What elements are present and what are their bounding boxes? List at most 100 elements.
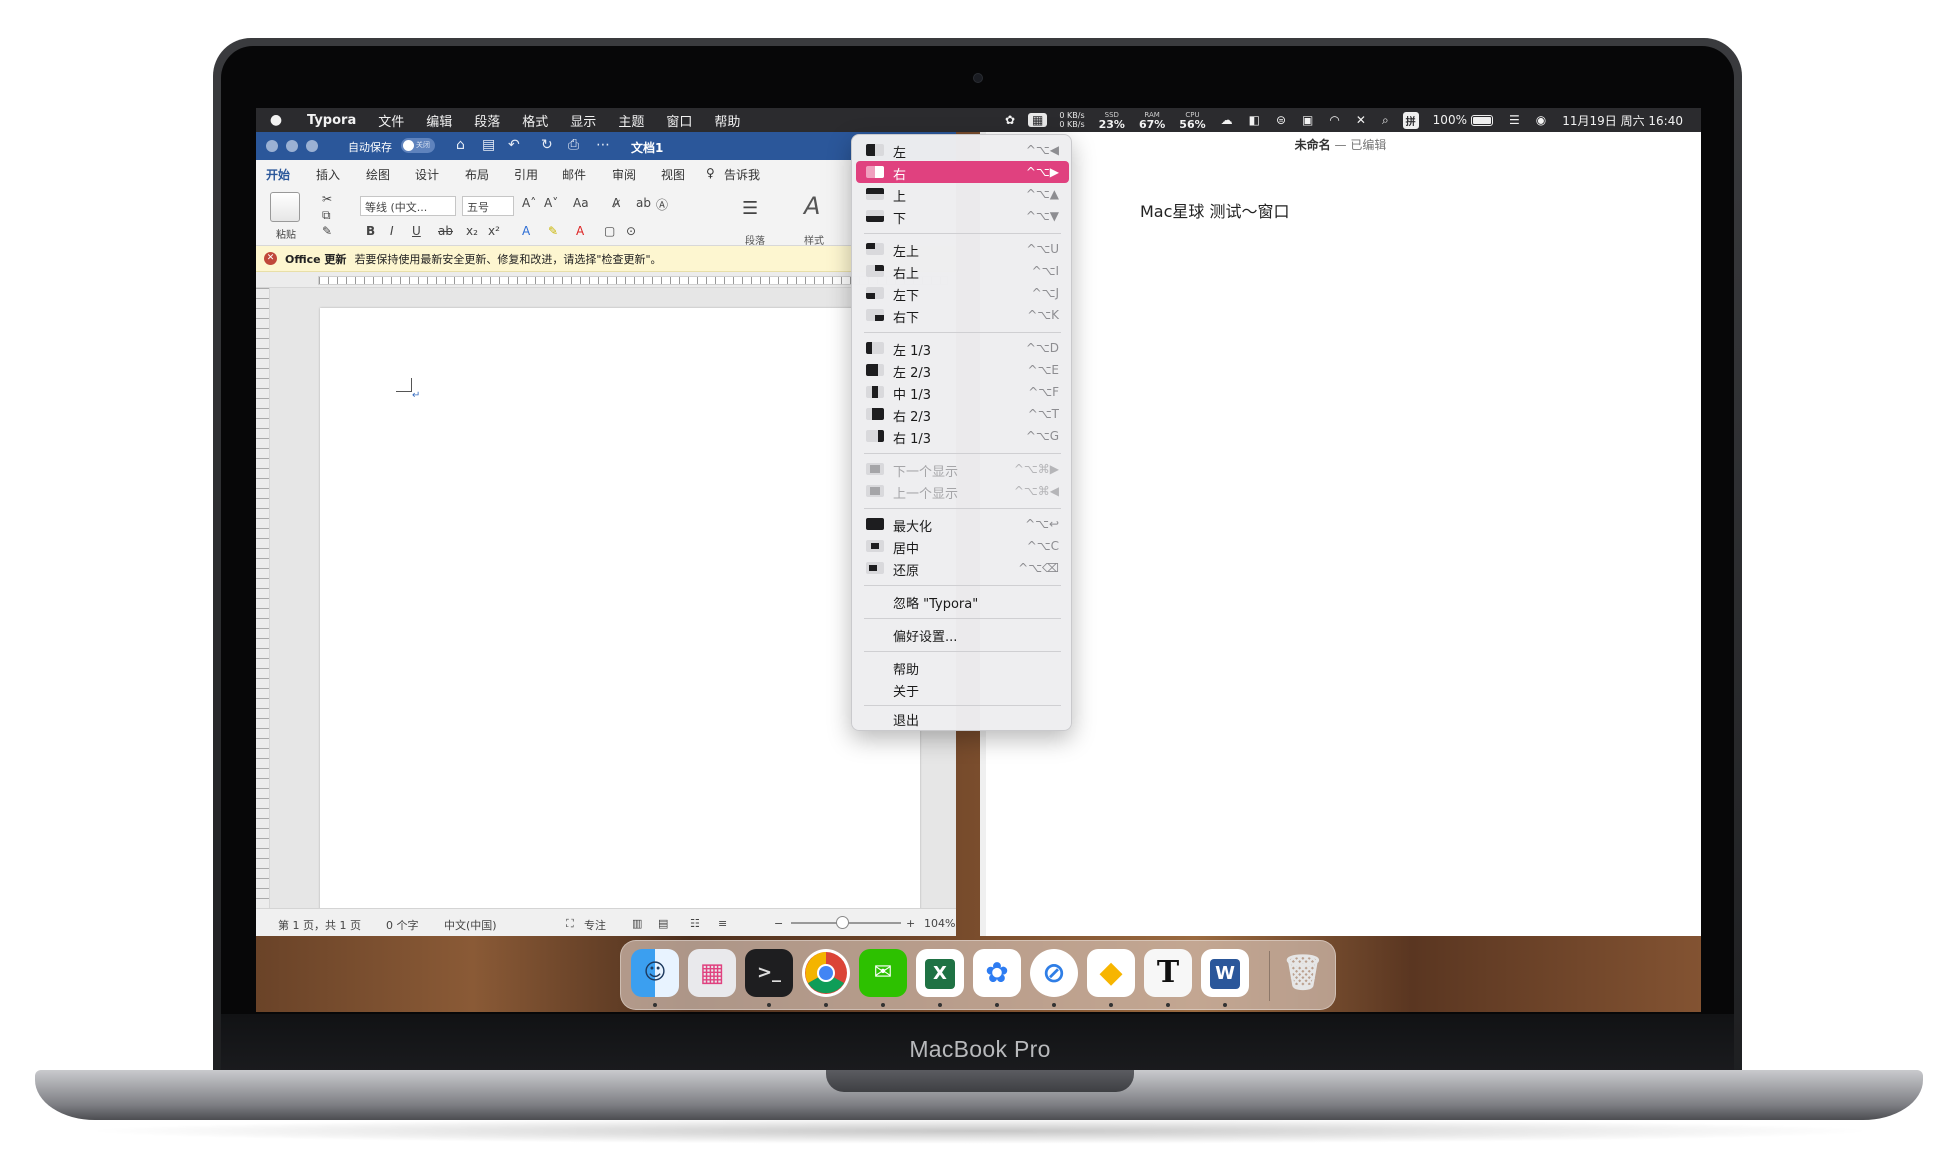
menu-item-right-half[interactable]: 右 ^⌥▶ — [856, 161, 1069, 183]
outline-view-icon[interactable]: ☷ — [690, 917, 700, 930]
menu-item-bottom-right[interactable]: 右下 ^⌥K — [856, 304, 1069, 326]
change-case-icon[interactable]: Aa — [573, 196, 589, 210]
zoom-out-icon[interactable]: − — [774, 917, 783, 930]
baidunetdisk-icon[interactable]: ✿ — [973, 949, 1021, 997]
ram-stat[interactable]: RAM 67% — [1132, 110, 1172, 130]
character-shading-icon[interactable]: ▢ — [604, 224, 615, 238]
menubar-app-name[interactable]: Typora — [296, 113, 367, 128]
character-border-icon[interactable]: Ⓐ — [656, 196, 668, 213]
photo-status-icon[interactable]: ▣ — [1294, 113, 1321, 127]
wechat-status-icon[interactable]: ☁ — [1213, 113, 1241, 127]
tab-layout[interactable]: 布局 — [465, 166, 489, 183]
wifi-icon[interactable]: ◠ — [1321, 113, 1347, 127]
menu-item-preferences[interactable]: 偏好设置... — [856, 623, 1069, 645]
dismiss-update-icon[interactable]: ✕ — [264, 252, 277, 265]
format-painter-icon[interactable]: ✎ — [322, 224, 332, 238]
battery-status[interactable]: 100% — [1425, 113, 1501, 127]
print-layout-icon[interactable]: ▥ — [632, 917, 642, 930]
menu-item-left-two-thirds[interactable]: 左 2/3 ^⌥E — [856, 359, 1069, 381]
italic-icon[interactable]: I — [390, 224, 394, 238]
tab-mailings[interactable]: 邮件 — [562, 166, 586, 183]
menu-item-right-third[interactable]: 右 1/3 ^⌥G — [856, 425, 1069, 447]
excel-icon[interactable]: X — [916, 949, 964, 997]
menu-item-about[interactable]: 关于 — [856, 678, 1069, 700]
trash-icon[interactable]: 🗑 — [1279, 949, 1327, 997]
superscript-icon[interactable]: x² — [488, 224, 500, 238]
word-icon[interactable]: W — [1201, 949, 1249, 997]
menubar-item-help[interactable]: 帮助 — [703, 111, 751, 130]
enclose-characters-icon[interactable]: ⊙ — [626, 224, 636, 238]
tab-review[interactable]: 审阅 — [612, 166, 636, 183]
styles-icon[interactable]: A — [804, 192, 820, 220]
cut-icon[interactable]: ✂ — [322, 192, 332, 206]
menubar-item-window[interactable]: 窗口 — [655, 111, 703, 130]
home-icon[interactable]: ⌂ — [456, 137, 465, 153]
baidunetdisk-status-icon[interactable]: ✿ — [997, 113, 1023, 127]
close-window-button[interactable] — [266, 140, 278, 152]
menu-item-right-two-thirds[interactable]: 右 2/3 ^⌥T — [856, 403, 1069, 425]
menu-item-left-half[interactable]: 左 ^⌥◀ — [856, 139, 1069, 161]
menu-item-top-left[interactable]: 左上 ^⌥U — [856, 238, 1069, 260]
clear-format-icon[interactable]: A̷ — [612, 196, 620, 210]
spotlight-search-icon[interactable]: ⌕ — [1374, 113, 1397, 128]
more-icon[interactable]: ⋯ — [596, 137, 610, 153]
menubar-clock[interactable]: 11月19日 周六 16:40 — [1554, 112, 1691, 129]
menu-item-restore[interactable]: 还原 ^⌥⌫ — [856, 557, 1069, 579]
finder-icon[interactable]: ☺ — [631, 949, 679, 997]
ssd-stat[interactable]: SSD 23% — [1092, 110, 1132, 130]
typora-icon[interactable]: T — [1144, 949, 1192, 997]
page-count[interactable]: 第 1 页，共 1 页 — [278, 917, 361, 933]
zoom-window-button[interactable] — [306, 140, 318, 152]
tab-design[interactable]: 设计 — [415, 166, 439, 183]
word-count[interactable]: 0 个字 — [386, 917, 419, 933]
chrome-icon[interactable] — [802, 949, 850, 997]
rectangle-app-icon[interactable]: ▦ — [1028, 113, 1048, 127]
menu-item-center-third[interactable]: 中 1/3 ^⌥F — [856, 381, 1069, 403]
input-method-icon[interactable]: 拼 — [1402, 111, 1419, 129]
menubar-item-paragraph[interactable]: 段落 — [463, 111, 511, 130]
menu-item-left-third[interactable]: 左 1/3 ^⌥D — [856, 337, 1069, 359]
font-size-select[interactable]: 五号 — [462, 196, 514, 216]
strikethrough-icon[interactable]: ab — [438, 224, 453, 238]
redo-icon[interactable]: ↻ — [541, 137, 553, 153]
menu-item-bottom-left[interactable]: 左下 ^⌥J — [856, 282, 1069, 304]
menu-item-top-right[interactable]: 右上 ^⌥I — [856, 260, 1069, 282]
tab-tell-me[interactable]: 告诉我 — [724, 166, 760, 183]
subscript-icon[interactable]: x₂ — [466, 224, 478, 238]
font-name-select[interactable]: 等线 (中文... — [360, 196, 456, 216]
sketch-icon[interactable]: ◆ — [1087, 949, 1135, 997]
terminal-icon[interactable]: >_ — [745, 949, 793, 997]
menu-item-bottom-half[interactable]: 下 ^⌥▼ — [856, 205, 1069, 227]
menubar-item-view[interactable]: 显示 — [559, 111, 607, 130]
wechat-icon[interactable]: ✉ — [859, 949, 907, 997]
menubar-item-edit[interactable]: 编辑 — [415, 111, 463, 130]
text-effects-icon[interactable]: A — [522, 224, 530, 238]
minimize-window-button[interactable] — [286, 140, 298, 152]
menu-item-ignore-app[interactable]: 忽略 "Typora" — [856, 590, 1069, 612]
tab-insert[interactable]: 插入 — [316, 166, 340, 183]
safari-icon[interactable]: ⊘ — [1030, 949, 1078, 997]
network-speed[interactable]: 0 KB/s 0 KB/s — [1052, 111, 1091, 129]
zoom-slider-knob[interactable] — [836, 916, 849, 929]
mute-icon[interactable]: ✕ — [1348, 113, 1374, 127]
typora-editor-content[interactable]: Mac星球 测试～窗口 — [1140, 198, 1290, 222]
font-color-icon[interactable]: A — [576, 224, 584, 238]
tab-home[interactable]: 开始 — [266, 166, 291, 188]
draft-view-icon[interactable]: ≡ — [718, 917, 727, 930]
autosave-toggle[interactable]: 关闭 — [401, 138, 435, 153]
undo-icon[interactable]: ↶ — [508, 137, 520, 153]
zoom-in-icon[interactable]: + — [906, 917, 915, 930]
tab-references[interactable]: 引用 — [514, 166, 538, 183]
save-icon[interactable]: ▤ — [482, 137, 495, 153]
shrink-font-icon[interactable]: A˅ — [544, 196, 558, 210]
underline-icon[interactable]: U — [412, 224, 421, 238]
clipboard-status-icon[interactable]: ⊜ — [1268, 113, 1294, 127]
tab-draw[interactable]: 绘图 — [366, 166, 390, 183]
menubar-item-file[interactable]: 文件 — [367, 111, 415, 130]
notifications-status-icon[interactable]: ◧ — [1241, 113, 1268, 127]
menu-item-maximize[interactable]: 最大化 ^⌥↩ — [856, 513, 1069, 535]
focus-label[interactable]: 专注 — [584, 917, 606, 933]
tab-view[interactable]: 视图 — [661, 166, 685, 183]
phonetic-guide-icon[interactable]: ab — [636, 196, 651, 210]
print-icon[interactable]: ⎙ — [568, 137, 579, 153]
